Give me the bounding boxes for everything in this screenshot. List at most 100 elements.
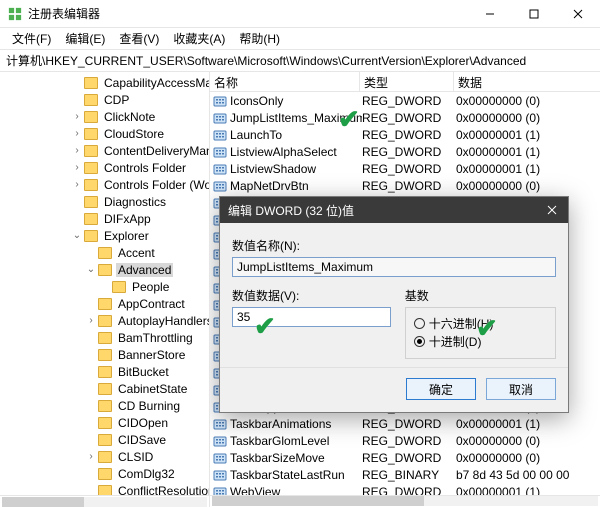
row-data: 0x00000000 (0) [456,111,600,125]
list-row[interactable]: ListviewAlphaSelectREG_DWORD0x00000001 (… [210,143,600,160]
chevron-right-icon[interactable]: › [70,111,84,122]
row-name: TaskbarSizeMove [230,451,362,465]
tree-item[interactable]: CIDOpen [0,414,210,431]
reg-value-icon [213,434,227,448]
menu-help[interactable]: 帮助(H) [233,28,286,49]
tree-item[interactable]: Diagnostics [0,193,210,210]
chevron-right-icon[interactable]: › [84,451,98,462]
list-row[interactable]: TaskbarSizeMoveREG_DWORD0x00000000 (0) [210,449,600,466]
list-row[interactable]: ListviewShadowREG_DWORD0x00000001 (1) [210,160,600,177]
row-name: ListviewAlphaSelect [230,145,362,159]
row-type: REG_DWORD [362,451,456,465]
folder-icon [84,128,98,140]
row-data: 0x00000001 (1) [456,162,600,176]
folder-icon [84,162,98,174]
list-row[interactable]: TaskbarAnimationsREG_DWORD0x00000001 (1) [210,415,600,432]
list-row[interactable]: WebViewREG_DWORD0x00000001 (1) [210,483,600,495]
tree-item[interactable]: CDP [0,91,210,108]
tree-item[interactable]: People [0,278,210,295]
tree-item[interactable]: BannerStore [0,346,210,363]
col-type-header[interactable]: 类型 [360,72,454,91]
dialog-close-button[interactable] [536,197,568,223]
tree-item[interactable]: BamThrottling [0,329,210,346]
row-type: REG_DWORD [362,485,456,496]
chevron-down-icon[interactable]: ⌄ [70,230,84,241]
chevron-right-icon[interactable]: › [84,315,98,326]
dialog-titlebar[interactable]: 编辑 DWORD (32 位)值 [220,197,568,223]
tree-item[interactable]: ›ContentDeliveryMan [0,142,210,159]
row-type: REG_DWORD [362,94,456,108]
tree-item[interactable]: AppContract [0,295,210,312]
chevron-right-icon[interactable]: › [70,162,84,173]
row-data: 0x00000000 (0) [456,94,600,108]
tree-item[interactable]: ›CloudStore [0,125,210,142]
tree-item[interactable]: ›Controls Folder [0,159,210,176]
tree-item-label: CD Burning [116,399,182,413]
list-horizontal-scrollbar[interactable] [210,496,600,507]
tree-item[interactable]: CD Burning [0,397,210,414]
folder-icon [84,94,98,106]
menu-edit[interactable]: 编辑(E) [59,28,111,49]
ok-button[interactable]: 确定 [406,378,476,400]
radio-hex[interactable]: 十六进制(H) [414,314,547,332]
tree-item[interactable]: ›AutoplayHandlers [0,312,210,329]
value-name-input[interactable] [232,257,556,277]
col-name-header[interactable]: 名称 [210,72,360,91]
tree-item-label: Accent [116,246,157,260]
statusbar [0,495,600,507]
row-name: TaskbarGlomLevel [230,434,362,448]
minimize-button[interactable] [468,0,512,28]
menu-view[interactable]: 查看(V) [113,28,165,49]
tree-item[interactable]: Accent [0,244,210,261]
reg-value-icon [213,179,227,193]
chevron-down-icon[interactable]: ⌄ [84,264,98,275]
tree-item[interactable]: ⌄Explorer [0,227,210,244]
tree-item[interactable]: CIDSave [0,431,210,448]
tree-item[interactable]: ›ClickNote [0,108,210,125]
tree-item[interactable]: ConflictResolution [0,482,210,495]
list-row[interactable]: JumpListItems_MaximumREG_DWORD0x00000000… [210,109,600,126]
list-row[interactable]: MapNetDrvBtnREG_DWORD0x00000000 (0) [210,177,600,194]
menubar: 文件(F) 编辑(E) 查看(V) 收藏夹(A) 帮助(H) [0,28,600,50]
col-data-header[interactable]: 数据 [454,72,600,91]
row-data: 0x00000000 (0) [456,179,600,193]
value-data-input[interactable] [232,307,391,327]
list-row[interactable]: TaskbarStateLastRunREG_BINARYb7 8d 43 5d… [210,466,600,483]
address-bar[interactable]: 计算机\HKEY_CURRENT_USER\Software\Microsoft… [0,50,600,72]
tree-item[interactable]: DIFxApp [0,210,210,227]
folder-icon [98,298,112,310]
reg-value-icon [213,128,227,142]
tree-item[interactable]: BitBucket [0,363,210,380]
chevron-right-icon[interactable]: › [70,145,84,156]
folder-icon [84,230,98,242]
tree-item[interactable]: ›CLSID [0,448,210,465]
folder-icon [98,485,112,496]
list-row[interactable]: IconsOnlyREG_DWORD0x00000000 (0) [210,92,600,109]
tree-pane[interactable]: CapabilityAccessMan CDP›ClickNote›CloudSt… [0,72,210,495]
cancel-button[interactable]: 取消 [486,378,556,400]
folder-icon [84,196,98,208]
reg-value-icon [213,111,227,125]
maximize-button[interactable] [512,0,556,28]
tree-item[interactable]: CapabilityAccessMan [0,74,210,91]
app-icon [8,7,22,21]
radio-hex-label: 十六进制(H) [429,315,494,332]
menu-favorites[interactable]: 收藏夹(A) [167,28,231,49]
chevron-right-icon[interactable]: › [70,179,84,190]
tree-item[interactable]: ComDlg32 [0,465,210,482]
list-row[interactable]: LaunchToREG_DWORD0x00000001 (1) [210,126,600,143]
reg-value-icon [213,468,227,482]
radio-dec[interactable]: 十进制(D) [414,332,547,350]
tree-item[interactable]: ⌄Advanced [0,261,210,278]
tree-horizontal-scrollbar[interactable] [0,496,210,507]
row-data: 0x00000001 (1) [456,128,600,142]
tree-item[interactable]: ›Controls Folder (Wo [0,176,210,193]
chevron-right-icon[interactable]: › [70,128,84,139]
tree-item[interactable]: CabinetState [0,380,210,397]
tree-item-label: CDP [102,93,131,107]
list-row[interactable]: TaskbarGlomLevelREG_DWORD0x00000000 (0) [210,432,600,449]
list-pane[interactable]: 名称 类型 数据 IconsOnlyREG_DWORD0x00000000 (0… [210,72,600,495]
menu-file[interactable]: 文件(F) [6,28,57,49]
tree-item-label: CIDSave [116,433,168,447]
close-button[interactable] [556,0,600,28]
